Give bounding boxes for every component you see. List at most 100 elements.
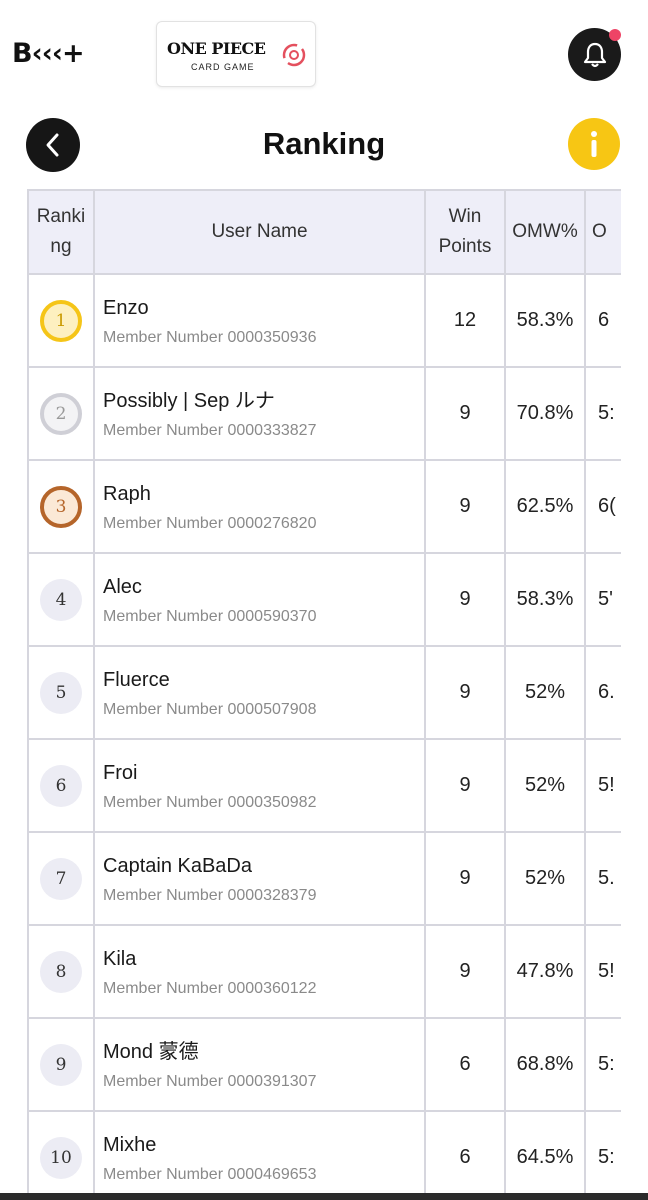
table-row[interactable]: 2 Possibly | Sep ルナ Member Number 00003338… xyxy=(27,366,621,461)
oomw-cell: 5: xyxy=(584,1110,621,1194)
omw-cell: 64.5% xyxy=(504,1110,586,1194)
rank-badge: 1 xyxy=(40,299,82,342)
table-header-row: Ranki ng User Name Win Points OMW% O xyxy=(27,189,621,275)
user-cell[interactable]: Captain KaBaDa Member Number 0000328379 xyxy=(93,831,426,926)
bell-icon xyxy=(583,42,606,67)
table-row[interactable]: 10 Mixhe Member Number 0000469653 6 64.5% 5: xyxy=(27,1110,621,1194)
member-number: Member Number 0000333827 xyxy=(103,421,317,439)
user-name[interactable]: Alec xyxy=(103,574,424,600)
member-number: Member Number 0000507908 xyxy=(103,700,317,718)
omw-cell: 52% xyxy=(504,645,586,740)
win-points-cell: 6 xyxy=(424,1110,506,1194)
omw-cell: 68.8% xyxy=(504,1017,586,1112)
game-logo-subtitle: CARD GAME xyxy=(191,62,255,72)
table-row[interactable]: 1 Enzo Member Number 0000350936 12 58.3% 6 xyxy=(27,273,621,368)
rank-badge: 3 xyxy=(40,485,82,528)
notification-dot xyxy=(609,29,621,41)
win-points-cell: 6 xyxy=(424,1017,506,1112)
rank-cell: 4 xyxy=(27,552,95,647)
user-cell[interactable]: Kila Member Number 0000360122 xyxy=(93,924,426,1019)
info-icon xyxy=(591,131,597,157)
rank-badge: 5 xyxy=(40,671,82,714)
oomw-cell: 5! xyxy=(584,738,621,833)
oomw-cell: 6. xyxy=(584,645,621,740)
rank-cell: 9 xyxy=(27,1017,95,1112)
member-number: Member Number 0000350982 xyxy=(103,793,317,811)
user-cell[interactable]: Fluerce Member Number 0000507908 xyxy=(93,645,426,740)
rank-cell: 6 xyxy=(27,738,95,833)
win-points-cell: 12 xyxy=(424,273,506,368)
omw-cell: 62.5% xyxy=(504,459,586,554)
oomw-cell: 5! xyxy=(584,924,621,1019)
user-cell[interactable]: Froi Member Number 0000350982 xyxy=(93,738,426,833)
user-name[interactable]: Enzo xyxy=(103,295,424,321)
user-cell[interactable]: Enzo Member Number 0000350936 xyxy=(93,273,426,368)
user-name[interactable]: Mixhe xyxy=(103,1132,424,1158)
table-row[interactable]: 8 Kila Member Number 0000360122 9 47.8% 5! xyxy=(27,924,621,1019)
rank-badge: 7 xyxy=(40,857,82,900)
oomw-cell: 5: xyxy=(584,366,621,461)
win-points-cell: 9 xyxy=(424,924,506,1019)
user-cell[interactable]: Possibly | Sep ルナ Member Number 000033382… xyxy=(93,366,426,461)
user-cell[interactable]: Mixhe Member Number 0000469653 xyxy=(93,1110,426,1194)
rank-badge: 10 xyxy=(40,1136,82,1179)
user-name[interactable]: Fluerce xyxy=(103,667,424,693)
rank-badge: 6 xyxy=(40,764,82,807)
omw-cell: 58.3% xyxy=(504,273,586,368)
header-win-points[interactable]: Win Points xyxy=(424,189,506,275)
member-number: Member Number 0000360122 xyxy=(103,979,317,997)
table-row[interactable]: 7 Captain KaBaDa Member Number 0000328379 9… xyxy=(27,831,621,926)
user-name[interactable]: Froi xyxy=(103,760,424,786)
user-name[interactable]: Kila xyxy=(103,946,424,972)
table-row[interactable]: 3 Raph Member Number 0000276820 9 62.5% 6( xyxy=(27,459,621,554)
rank-badge: 9 xyxy=(40,1043,82,1086)
member-number: Member Number 0000328379 xyxy=(103,886,317,904)
rank-cell: 1 xyxy=(27,273,95,368)
table-row[interactable]: 9 Mond 蒙德 Member Number 0000391307 6 68.8% 5: xyxy=(27,1017,621,1112)
member-number: Member Number 0000590370 xyxy=(103,607,317,625)
info-button[interactable] xyxy=(568,118,620,170)
user-cell[interactable]: Mond 蒙德 Member Number 0000391307 xyxy=(93,1017,426,1112)
member-number: Member Number 0000391307 xyxy=(103,1072,317,1090)
ranking-table[interactable]: Ranki ng User Name Win Points OMW% O 1 En… xyxy=(27,189,621,1194)
user-name[interactable]: Mond 蒙德 xyxy=(103,1039,424,1065)
win-points-cell: 9 xyxy=(424,645,506,740)
win-points-cell: 9 xyxy=(424,366,506,461)
game-logo[interactable]: ONE PIECE CARD GAME xyxy=(156,21,316,87)
member-number: Member Number 0000276820 xyxy=(103,514,317,532)
win-points-cell: 9 xyxy=(424,552,506,647)
game-logo-title: ONE PIECE xyxy=(167,39,266,58)
rank-cell: 7 xyxy=(27,831,95,926)
header-omw[interactable]: OMW% xyxy=(504,189,586,275)
rank-badge: 2 xyxy=(40,392,82,435)
oomw-cell: 6 xyxy=(584,273,621,368)
rank-cell: 8 xyxy=(27,924,95,1019)
omw-cell: 58.3% xyxy=(504,552,586,647)
user-name[interactable]: Captain KaBaDa xyxy=(103,853,424,879)
omw-cell: 70.8% xyxy=(504,366,586,461)
rank-cell: 3 xyxy=(27,459,95,554)
logo-mark-icon xyxy=(282,43,306,67)
oomw-cell: 6( xyxy=(584,459,621,554)
top-bar: B‹‹‹+ ONE PIECE CARD GAME xyxy=(0,0,648,100)
member-number: Member Number 0000469653 xyxy=(103,1165,317,1183)
header-user-name[interactable]: User Name xyxy=(93,189,426,275)
member-number: Member Number 0000350936 xyxy=(103,328,317,346)
rank-badge: 4 xyxy=(40,578,82,621)
header-oomw[interactable]: O xyxy=(584,189,621,275)
oomw-cell: 5: xyxy=(584,1017,621,1112)
header-ranking[interactable]: Ranki ng xyxy=(27,189,95,275)
bottom-bar xyxy=(0,1193,648,1200)
user-name[interactable]: Raph xyxy=(103,481,424,507)
page-title: Ranking xyxy=(262,126,386,161)
user-name[interactable]: Possibly | Sep ルナ xyxy=(103,388,424,414)
omw-cell: 52% xyxy=(504,831,586,926)
user-cell[interactable]: Alec Member Number 0000590370 xyxy=(93,552,426,647)
rank-cell: 5 xyxy=(27,645,95,740)
rank-cell: 2 xyxy=(27,366,95,461)
user-cell[interactable]: Raph Member Number 0000276820 xyxy=(93,459,426,554)
table-row[interactable]: 4 Alec Member Number 0000590370 9 58.3% 5' xyxy=(27,552,621,647)
table-row[interactable]: 5 Fluerce Member Number 0000507908 9 52% 6. xyxy=(27,645,621,740)
brand-logo[interactable]: B‹‹‹+ xyxy=(12,38,85,69)
table-row[interactable]: 6 Froi Member Number 0000350982 9 52% 5! xyxy=(27,738,621,833)
